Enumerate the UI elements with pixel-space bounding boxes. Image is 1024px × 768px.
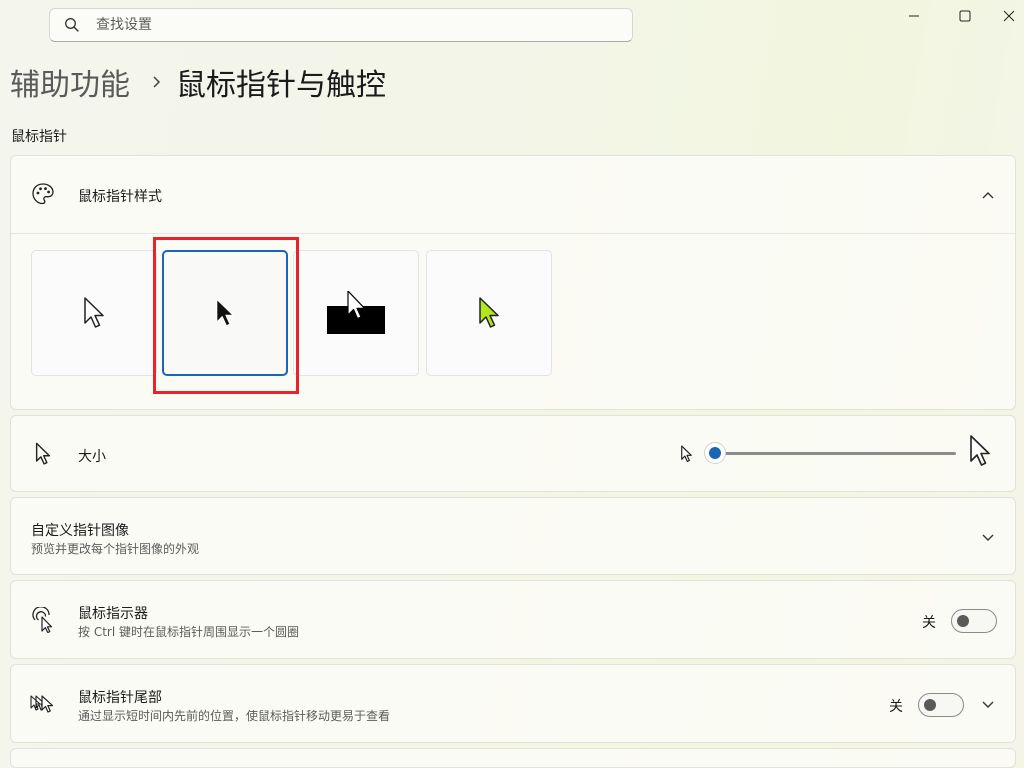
mouse-indicator-icon bbox=[29, 606, 57, 634]
pointer-trail-toggle[interactable] bbox=[918, 693, 964, 717]
chevron-down-icon[interactable] bbox=[978, 527, 998, 547]
custom-pointer-subtitle: 预览并更改每个指针图像的外观 bbox=[31, 542, 200, 556]
size-title: 大小 bbox=[78, 449, 106, 465]
pointer-trail-title: 鼠标指针尾部 bbox=[78, 690, 162, 706]
mouse-indicator-subtitle: 按 Ctrl 键时在鼠标指针周围显示一个圆圈 bbox=[78, 625, 299, 639]
large-cursor-icon bbox=[968, 434, 992, 472]
mouse-indicator-card: 鼠标指示器 按 Ctrl 键时在鼠标指针周围显示一个圆圈 关 bbox=[10, 580, 1016, 659]
pointer-trail-subtitle: 通过显示短时间内先前的位置，使鼠标指针移动更易于查看 bbox=[78, 709, 391, 723]
chevron-down-icon[interactable] bbox=[978, 694, 998, 714]
maximize-button[interactable] bbox=[942, 0, 988, 32]
size-slider-thumb[interactable] bbox=[704, 442, 726, 464]
pointer-style-inverted[interactable] bbox=[293, 250, 419, 376]
palette-icon bbox=[29, 180, 57, 208]
close-icon bbox=[1003, 10, 1014, 22]
cursor-icon bbox=[29, 440, 57, 468]
search-input[interactable] bbox=[94, 16, 578, 34]
search-box[interactable] bbox=[49, 8, 633, 42]
maximize-icon bbox=[959, 10, 971, 22]
next-card bbox=[10, 748, 1016, 768]
size-slider-track[interactable] bbox=[716, 452, 956, 455]
pointer-style-black[interactable] bbox=[162, 250, 288, 376]
pointer-trail-icon bbox=[29, 690, 57, 718]
inverted-cursor-icon bbox=[327, 291, 385, 334]
minimize-icon bbox=[909, 15, 919, 17]
green-cursor-icon bbox=[479, 297, 499, 328]
pointer-trail-state: 关 bbox=[889, 699, 903, 715]
white-cursor-icon bbox=[84, 297, 104, 328]
custom-pointer-title: 自定义指针图像 bbox=[31, 523, 129, 539]
pointer-trail-card: 鼠标指针尾部 通过显示短时间内先前的位置，使鼠标指针移动更易于查看 关 bbox=[10, 664, 1016, 743]
black-cursor-icon bbox=[216, 298, 234, 327]
minimize-button[interactable] bbox=[891, 0, 937, 32]
divider bbox=[11, 233, 1015, 234]
small-cursor-icon bbox=[680, 445, 693, 467]
chevron-up-icon[interactable] bbox=[978, 185, 998, 205]
page-title: 鼠标指针与触控 bbox=[176, 68, 386, 103]
section-title: 鼠标指针 bbox=[11, 129, 67, 145]
search-icon bbox=[65, 18, 79, 32]
breadcrumb: 辅助功能 鼠标指针与触控 bbox=[10, 60, 386, 104]
pointer-style-card: 鼠标指针样式 bbox=[10, 155, 1016, 410]
pointer-style-title: 鼠标指针样式 bbox=[78, 189, 162, 205]
chevron-right-icon bbox=[152, 75, 162, 89]
pointer-style-custom[interactable] bbox=[426, 250, 552, 376]
pointer-style-white[interactable] bbox=[31, 250, 157, 376]
mouse-indicator-title: 鼠标指示器 bbox=[78, 606, 148, 622]
mouse-indicator-state: 关 bbox=[922, 615, 936, 631]
mouse-indicator-toggle[interactable] bbox=[951, 609, 997, 633]
close-button[interactable] bbox=[993, 0, 1024, 32]
custom-pointer-card[interactable]: 自定义指针图像 预览并更改每个指针图像的外观 bbox=[10, 497, 1016, 575]
breadcrumb-parent[interactable]: 辅助功能 bbox=[10, 60, 130, 104]
